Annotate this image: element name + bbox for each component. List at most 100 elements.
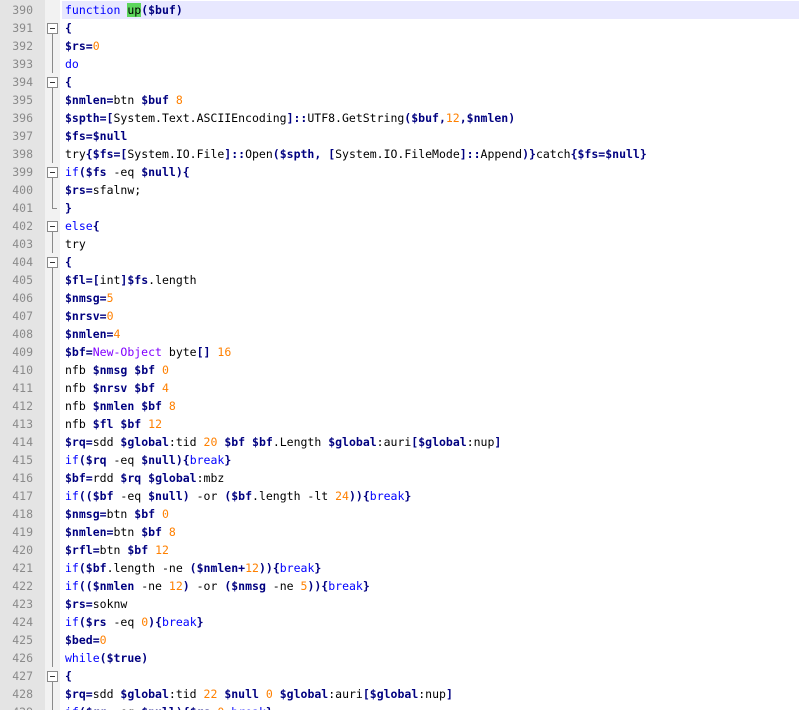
- code-text[interactable]: $rq=sdd $global:tid 20 $bf $bf.Length $g…: [62, 433, 799, 451]
- code-line[interactable]: 410 nfb $nmsg $bf 0: [0, 361, 799, 379]
- code-text[interactable]: $rq=sdd $global:tid 22 $null 0 $global:a…: [62, 685, 799, 703]
- code-text[interactable]: $rs=soknw: [62, 595, 799, 613]
- code-line[interactable]: 404 {: [0, 253, 799, 271]
- code-text[interactable]: $nmlen=btn $buf 8: [62, 91, 799, 109]
- code-line[interactable]: 420 $rfl=btn $bf 12: [0, 541, 799, 559]
- code-text[interactable]: $nrsv=0: [62, 307, 799, 325]
- code-text[interactable]: if($rq -eq $null){$rs=0;break}: [62, 703, 799, 710]
- code-text[interactable]: $rs=sfalnw;: [62, 181, 799, 199]
- code-line[interactable]: 402 else{: [0, 217, 799, 235]
- code-line[interactable]: 415 if($rq -eq $null){break}: [0, 451, 799, 469]
- fold-toggle-icon[interactable]: [45, 163, 60, 181]
- code-text[interactable]: if($rq -eq $null){break}: [62, 451, 799, 469]
- code-line[interactable]: 422 if(($nmlen -ne 12) -or ($nmsg -ne 5))…: [0, 577, 799, 595]
- code-text[interactable]: $rs=0: [62, 37, 799, 55]
- code-line[interactable]: 392 $rs=0: [0, 37, 799, 55]
- line-number: 416: [12, 471, 33, 485]
- code-text[interactable]: $spth=[System.Text.ASCIIEncoding]::UTF8.…: [62, 109, 799, 127]
- code-text[interactable]: $nmsg=btn $bf 0: [62, 505, 799, 523]
- code-text[interactable]: $bed=0: [62, 631, 799, 649]
- fold-toggle-icon[interactable]: [45, 73, 60, 91]
- fold-toggle-icon[interactable]: [45, 19, 60, 37]
- code-line[interactable]: 412 nfb $nmlen $bf 8: [0, 397, 799, 415]
- code-line[interactable]: 421 if($bf.length -ne ($nmlen+12)){break}: [0, 559, 799, 577]
- code-text[interactable]: else{: [62, 217, 799, 235]
- code-text[interactable]: if($bf.length -ne ($nmlen+12)){break}: [62, 559, 799, 577]
- code-text[interactable]: if($fs -eq $null){: [62, 163, 799, 181]
- code-line[interactable]: 395 $nmlen=btn $buf 8: [0, 91, 799, 109]
- code-token: =[: [113, 147, 128, 161]
- code-text[interactable]: if($rs -eq 0){break}: [62, 613, 799, 631]
- code-line[interactable]: 419 $nmlen=btn $bf 8: [0, 523, 799, 541]
- code-line[interactable]: 397 $fs=$null: [0, 127, 799, 145]
- code-text[interactable]: function up($buf): [62, 1, 799, 19]
- code-text[interactable]: $bf=rdd $rq $global:mbz: [62, 469, 799, 487]
- code-line[interactable]: 401}: [0, 199, 799, 217]
- line-number: 412: [12, 399, 33, 413]
- code-token: nfb: [65, 381, 93, 395]
- line-number: 400: [12, 183, 33, 197]
- code-line[interactable]: 399 if($fs -eq $null){: [0, 163, 799, 181]
- code-line[interactable]: 391 {: [0, 19, 799, 37]
- code-token: sfalnw;: [92, 183, 142, 197]
- code-text[interactable]: do: [62, 55, 799, 73]
- code-line[interactable]: 418 $nmsg=btn $bf 0: [0, 505, 799, 523]
- fold-line: [45, 235, 60, 253]
- code-editor[interactable]: 390 function up($buf) 391{392 $rs=0 393 do 394…: [0, 0, 799, 710]
- code-text[interactable]: $fs=$null: [62, 127, 799, 145]
- code-text[interactable]: {: [62, 73, 799, 91]
- code-line[interactable]: 424 if($rs -eq 0){break}: [0, 613, 799, 631]
- code-text[interactable]: $nmsg=5: [62, 289, 799, 307]
- code-line[interactable]: 403 try: [0, 235, 799, 253]
- code-line[interactable]: 390 function up($buf): [0, 1, 799, 19]
- code-line[interactable]: 409 $bf=New-Object byte[] 16: [0, 343, 799, 361]
- code-text[interactable]: try{$fs=[System.IO.File]::Open($spth, [S…: [62, 145, 799, 163]
- code-line[interactable]: 408 $nmlen=4: [0, 325, 799, 343]
- code-token: =: [99, 507, 107, 521]
- code-line[interactable]: 417 if(($bf -eq $null) -or ($bf.length -l…: [0, 487, 799, 505]
- code-text[interactable]: nfb $nrsv $bf 4: [62, 379, 799, 397]
- code-text[interactable]: $nmlen=4: [62, 325, 799, 343]
- fold-toggle-icon[interactable]: [45, 667, 60, 685]
- code-text[interactable]: $rfl=btn $bf 12: [62, 541, 799, 559]
- code-text[interactable]: $nmlen=btn $bf 8: [62, 523, 799, 541]
- code-line[interactable]: 413 nfb $fl $bf 12: [0, 415, 799, 433]
- code-text[interactable]: {: [62, 253, 799, 271]
- code-line[interactable]: 405 $fl=[int]$fs.length: [0, 271, 799, 289]
- code-text[interactable]: $bf=New-Object byte[] 16: [62, 343, 799, 361]
- code-text[interactable]: if(($nmlen -ne 12) -or ($nmsg -ne 5)){br…: [62, 577, 799, 595]
- code-text[interactable]: if(($bf -eq $null) -or ($bf.length -lt 2…: [62, 487, 799, 505]
- code-text[interactable]: try: [62, 235, 799, 253]
- code-line[interactable]: 406 $nmsg=5: [0, 289, 799, 307]
- code-lines[interactable]: 390 function up($buf) 391{392 $rs=0 393 do 394…: [0, 1, 799, 710]
- code-line[interactable]: 429 if($rq -eq $null){$rs=0;break}: [0, 703, 799, 710]
- code-line[interactable]: 394 {: [0, 73, 799, 91]
- code-text[interactable]: nfb $nmlen $bf 8: [62, 397, 799, 415]
- code-line[interactable]: 428 $rq=sdd $global:tid 22 $null 0 $globa…: [0, 685, 799, 703]
- code-line[interactable]: 398 try{$fs=[System.IO.File]::Open($spth,…: [0, 145, 799, 163]
- code-line[interactable]: 393 do: [0, 55, 799, 73]
- code-line[interactable]: 396 $spth=[System.Text.ASCIIEncoding]::UT…: [0, 109, 799, 127]
- code-token: )): [258, 561, 273, 575]
- code-text[interactable]: nfb $fl $bf 12: [62, 415, 799, 433]
- code-line[interactable]: 400 $rs=sfalnw;: [0, 181, 799, 199]
- code-line[interactable]: 425 $bed=0: [0, 631, 799, 649]
- fold-toggle-icon[interactable]: [45, 217, 60, 235]
- code-line[interactable]: 416 $bf=rdd $rq $global:mbz: [0, 469, 799, 487]
- code-text[interactable]: }: [62, 199, 799, 217]
- code-text[interactable]: {: [62, 667, 799, 685]
- code-token: {: [85, 147, 93, 161]
- fold-toggle-icon[interactable]: [45, 253, 60, 271]
- code-token: $global: [369, 687, 419, 701]
- code-line[interactable]: 423 $rs=soknw: [0, 595, 799, 613]
- code-text[interactable]: while($true): [62, 649, 799, 667]
- code-token: System.IO.FileMode: [335, 147, 460, 161]
- code-line[interactable]: 414 $rq=sdd $global:tid 20 $bf $bf.Length…: [0, 433, 799, 451]
- code-text[interactable]: {: [62, 19, 799, 37]
- code-text[interactable]: $fl=[int]$fs.length: [62, 271, 799, 289]
- code-line[interactable]: 427 {: [0, 667, 799, 685]
- code-text[interactable]: nfb $nmsg $bf 0: [62, 361, 799, 379]
- code-line[interactable]: 426 while($true): [0, 649, 799, 667]
- code-line[interactable]: 411 nfb $nrsv $bf 4: [0, 379, 799, 397]
- code-line[interactable]: 407 $nrsv=0: [0, 307, 799, 325]
